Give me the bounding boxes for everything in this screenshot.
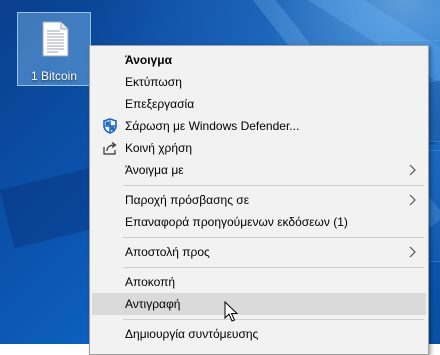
desktop-file-label: 1 Bitcoin [30, 69, 78, 83]
menu-item-label: Αντιγραφή [125, 297, 181, 311]
menu-item-edit[interactable]: Επεξεργασία [92, 93, 426, 115]
mouse-pointer-icon [224, 301, 238, 322]
text-file-icon [42, 21, 69, 57]
share-icon [103, 142, 117, 155]
menu-item-share[interactable]: Κοινή χρήση [92, 137, 426, 159]
menu-item-label: Παροχή πρόσβασης σε [125, 193, 250, 207]
menu-item-cut[interactable]: Αποκοπή [92, 271, 426, 293]
menu-item-send-to[interactable]: Αποστολή προς [92, 241, 426, 263]
menu-item-print[interactable]: Εκτύπωση [92, 71, 426, 93]
menu-item-copy[interactable]: Αντιγραφή [92, 293, 426, 315]
menu-separator [123, 185, 424, 186]
menu-separator [123, 319, 424, 320]
menu-item-label: Σάρωση με Windows Defender... [125, 119, 300, 133]
menu-item-label: Δημιουργία συντόμευσης [125, 327, 259, 341]
menu-item-label: Άνοιγμα [125, 53, 172, 67]
menu-item-give-access[interactable]: Παροχή πρόσβασης σε [92, 189, 426, 211]
chevron-right-icon [409, 164, 416, 176]
menu-item-scan-defender[interactable]: Σάρωση με Windows Defender... [92, 115, 426, 137]
context-menu: Άνοιγμα Εκτύπωση Επεξεργασία Σάρωση με W… [89, 45, 429, 355]
desktop-file-icon[interactable]: 1 Bitcoin [17, 12, 91, 86]
windows-defender-shield-icon [103, 118, 117, 134]
menu-item-label: Κοινή χρήση [125, 141, 193, 155]
menu-item-label: Αποστολή προς [125, 245, 210, 259]
menu-item-create-shortcut[interactable]: Δημιουργία συντόμευσης [92, 323, 426, 345]
menu-item-restore-versions[interactable]: Επαναφορά προηγούμενων εκδόσεων (1) [92, 211, 426, 233]
menu-item-open-with[interactable]: Άνοιγμα με [92, 159, 426, 181]
menu-separator [123, 237, 424, 238]
menu-separator [123, 267, 424, 268]
chevron-right-icon [409, 246, 416, 258]
menu-item-label: Άνοιγμα με [125, 163, 184, 177]
chevron-right-icon [409, 194, 416, 206]
menu-item-open[interactable]: Άνοιγμα [92, 49, 426, 71]
menu-item-label: Επεξεργασία [125, 97, 195, 111]
menu-item-label: Εκτύπωση [125, 75, 182, 89]
menu-item-label: Επαναφορά προηγούμενων εκδόσεων (1) [125, 215, 348, 229]
menu-item-label: Αποκοπή [125, 275, 176, 289]
